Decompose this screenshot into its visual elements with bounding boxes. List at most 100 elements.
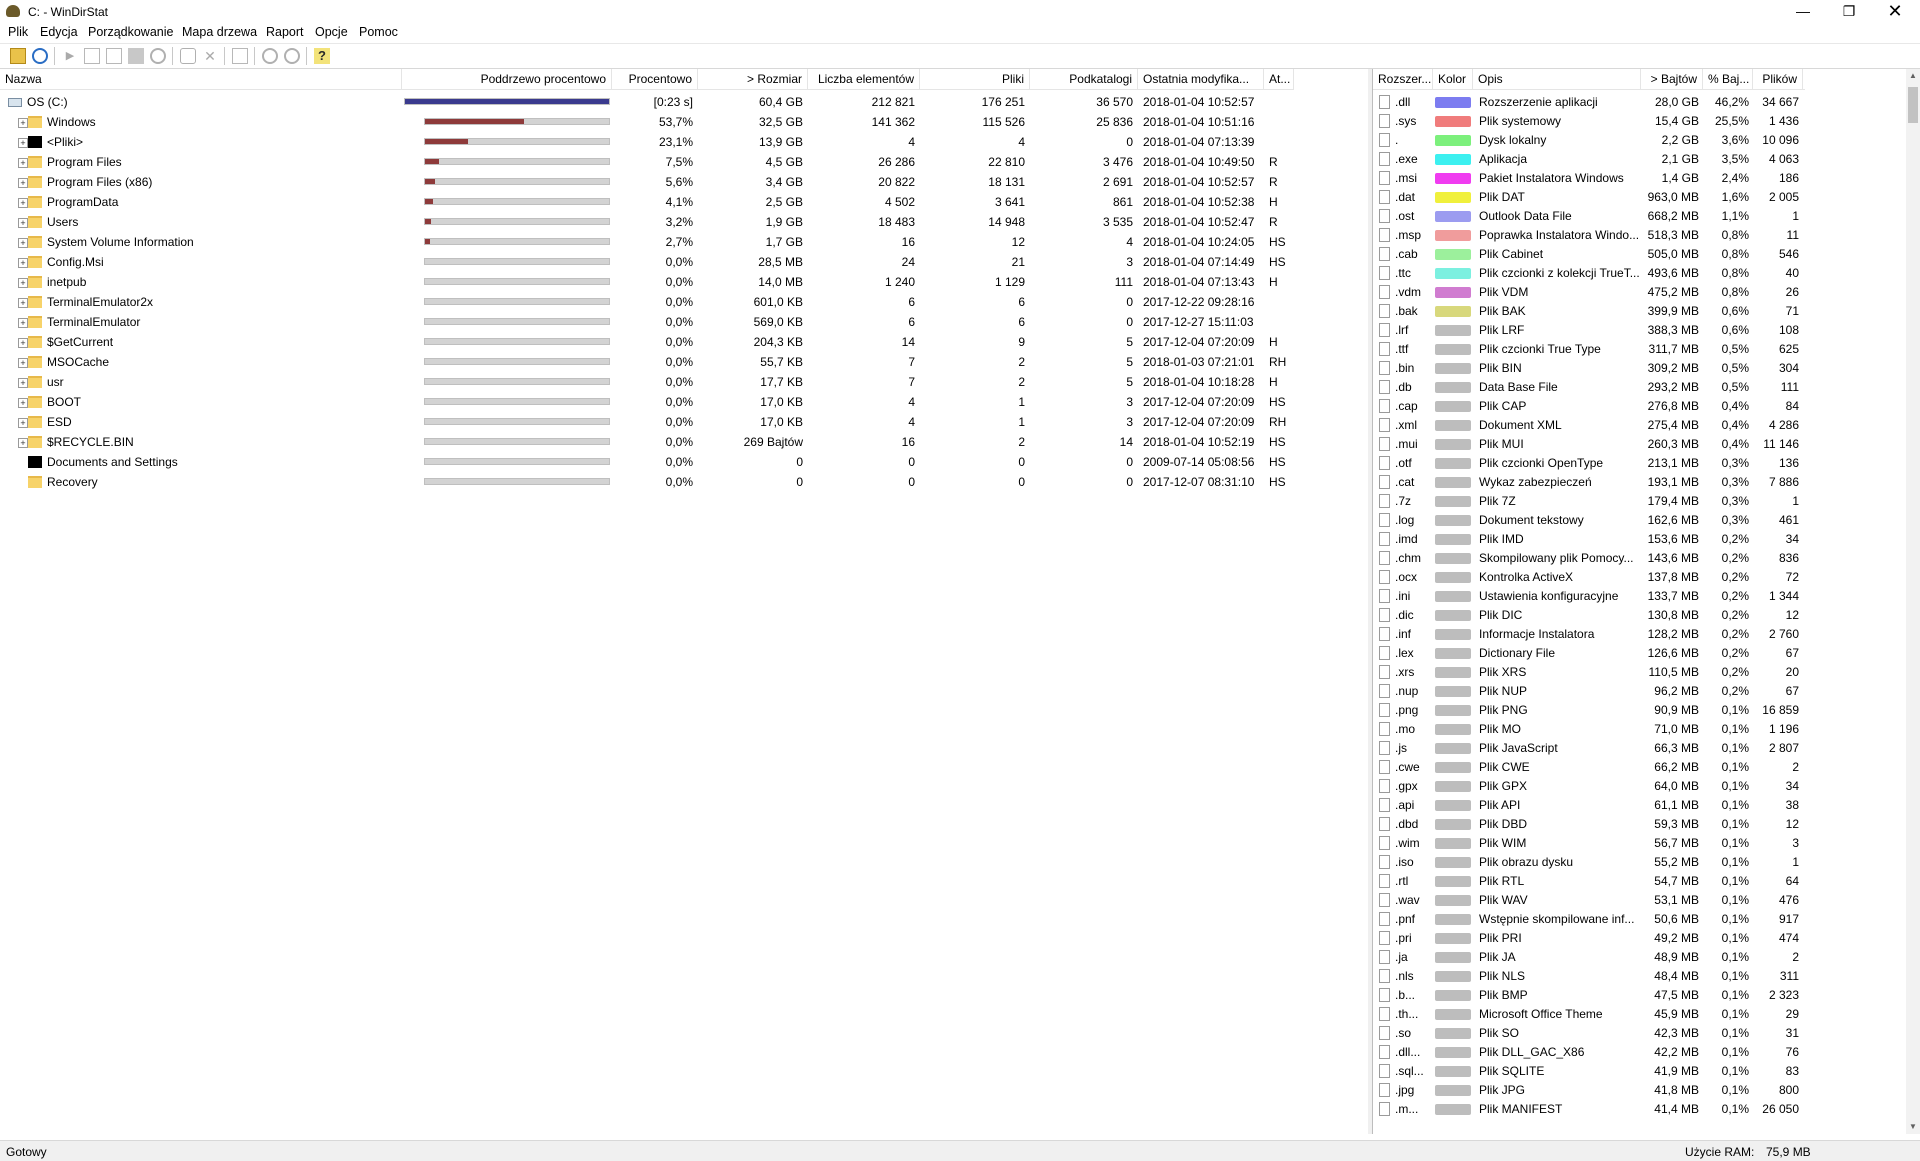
extension-row[interactable]: .cwe Plik CWE 66,2 MB 0,1% 2 <box>1373 758 1920 777</box>
expand-toggle-icon[interactable]: + <box>18 378 28 388</box>
recycle-bin-icon[interactable] <box>180 48 196 64</box>
help-icon[interactable]: ? <box>314 48 330 64</box>
extension-row[interactable]: .cab Plik Cabinet 505,0 MB 0,8% 546 <box>1373 245 1920 264</box>
tree-row[interactable]: + inetpub 0,0% 14,0 MB 1 240 1 129 111 2018-01-… <box>0 273 1368 292</box>
expand-toggle-icon[interactable]: + <box>18 338 28 348</box>
menu-edycja[interactable]: Edycja <box>40 25 78 39</box>
tree-row[interactable]: OS (C:) [0:23 s] 60,4 GB 212 821 176 251 36 5… <box>0 93 1368 112</box>
refresh-all-icon[interactable] <box>32 48 48 64</box>
extension-row[interactable]: .msi Pakiet Instalatora Windows 1,4 GB 2,4%… <box>1373 169 1920 188</box>
extension-row[interactable]: . Dysk lokalny 2,2 GB 3,6% 10 096 <box>1373 131 1920 150</box>
scroll-up-arrow-icon[interactable]: ▲ <box>1906 69 1920 83</box>
expand-toggle-icon[interactable]: + <box>18 278 28 288</box>
extension-row[interactable]: .pri Plik PRI 49,2 MB 0,1% 474 <box>1373 929 1920 948</box>
extension-row[interactable]: .pnf Wstępnie skompilowane inf... 50,6 MB 0… <box>1373 910 1920 929</box>
expand-toggle-icon[interactable]: + <box>18 298 28 308</box>
zoom-in-icon[interactable] <box>262 48 278 64</box>
command-prompt-icon[interactable] <box>128 48 144 64</box>
extension-row[interactable]: .xml Dokument XML 275,4 MB 0,4% 4 286 <box>1373 416 1920 435</box>
extension-row[interactable]: .dic Plik DIC 130,8 MB 0,2% 12 <box>1373 606 1920 625</box>
tree-row[interactable]: + MSOCache 0,0% 55,7 KB 7 2 5 2018-01-03 07:21:… <box>0 353 1368 372</box>
extension-row[interactable]: .api Plik API 61,1 MB 0,1% 38 <box>1373 796 1920 815</box>
delete-icon[interactable]: ✕ <box>202 48 218 64</box>
extension-row[interactable]: .chm Skompilowany plik Pomocy... 143,6 MB 0… <box>1373 549 1920 568</box>
expand-toggle-icon[interactable]: + <box>18 318 28 328</box>
extension-row[interactable]: .dll Rozszerzenie aplikacji 28,0 GB 46,2% 34… <box>1373 93 1920 112</box>
extension-row[interactable]: .ttf Plik czcionki True Type 311,7 MB 0,5% 6… <box>1373 340 1920 359</box>
extension-row[interactable]: .vdm Plik VDM 475,2 MB 0,8% 26 <box>1373 283 1920 302</box>
expand-toggle-icon[interactable]: + <box>18 158 28 168</box>
menu-mapa-drzewa[interactable]: Mapa drzewa <box>182 25 257 39</box>
tree-row[interactable]: + usr 0,0% 17,7 KB 7 2 5 2018-01-04 10:18:28 H <box>0 373 1368 392</box>
expand-toggle-icon[interactable]: + <box>18 358 28 368</box>
extension-row[interactable]: .imd Plik IMD 153,6 MB 0,2% 34 <box>1373 530 1920 549</box>
extension-row[interactable]: .xrs Plik XRS 110,5 MB 0,2% 20 <box>1373 663 1920 682</box>
tree-row[interactable]: + TerminalEmulator2x 0,0% 601,0 KB 6 6 0 2017-1… <box>0 293 1368 312</box>
tree-row[interactable]: + BOOT 0,0% 17,0 KB 4 1 3 2017-12-04 07:20:09 HS <box>0 393 1368 412</box>
extension-row[interactable]: .msp Poprawka Instalatora Windo... 518,3 M… <box>1373 226 1920 245</box>
extension-row[interactable]: .js Plik JavaScript 66,3 MB 0,1% 2 807 <box>1373 739 1920 758</box>
expand-toggle-icon[interactable]: + <box>18 418 28 428</box>
tree-row[interactable]: Recovery 0,0% 0 0 0 0 2017-12-07 08:31:10 HS <box>0 473 1368 492</box>
extension-row[interactable]: .db Data Base File 293,2 MB 0,5% 111 <box>1373 378 1920 397</box>
menu-porzadkowanie[interactable]: Porządkowanie <box>88 25 173 39</box>
expand-toggle-icon[interactable]: + <box>18 238 28 248</box>
expand-toggle-icon[interactable]: + <box>18 198 28 208</box>
expand-toggle-icon[interactable]: + <box>18 138 28 148</box>
extension-row[interactable]: .so Plik SO 42,3 MB 0,1% 31 <box>1373 1024 1920 1043</box>
extension-row[interactable]: .sql... Plik SQLITE 41,9 MB 0,1% 83 <box>1373 1062 1920 1081</box>
play-icon[interactable]: ▶ <box>62 48 78 64</box>
new-folder-icon[interactable] <box>232 48 248 64</box>
extension-row[interactable]: .bak Plik BAK 399,9 MB 0,6% 71 <box>1373 302 1920 321</box>
open-folder-icon[interactable] <box>10 48 26 64</box>
tree-row[interactable]: + Users 3,2% 1,9 GB 18 483 14 948 3 535 2018-01… <box>0 213 1368 232</box>
menu-opcje[interactable]: Opcje <box>315 25 348 39</box>
extension-scrollbar[interactable]: ▲ ▼ <box>1906 69 1920 1134</box>
expand-toggle-icon[interactable]: + <box>18 118 28 128</box>
tree-row[interactable]: + Windows 53,7% 32,5 GB 141 362 115 526 25 836… <box>0 113 1368 132</box>
extension-row[interactable]: .ttc Plik czcionki z kolekcji TrueT... 493… <box>1373 264 1920 283</box>
expand-toggle-icon[interactable]: + <box>18 178 28 188</box>
extension-row[interactable]: .m... Plik MANIFEST 41,4 MB 0,1% 26 050 <box>1373 1100 1920 1119</box>
tree-row[interactable]: + TerminalEmulator 0,0% 569,0 KB 6 6 0 2017-12-… <box>0 313 1368 332</box>
tree-row[interactable]: Documents and Settings 0,0% 0 0 0 0 2009-07-14… <box>0 453 1368 472</box>
extension-row[interactable]: .cap Plik CAP 276,8 MB 0,4% 84 <box>1373 397 1920 416</box>
extension-row[interactable]: .lex Dictionary File 126,6 MB 0,2% 67 <box>1373 644 1920 663</box>
zoom-out-icon[interactable] <box>284 48 300 64</box>
scrollbar-thumb[interactable] <box>1908 87 1918 123</box>
extension-row[interactable]: .nls Plik NLS 48,4 MB 0,1% 311 <box>1373 967 1920 986</box>
extension-row[interactable]: .wav Plik WAV 53,1 MB 0,1% 476 <box>1373 891 1920 910</box>
extension-row[interactable]: .7z Plik 7Z 179,4 MB 0,3% 1 <box>1373 492 1920 511</box>
tree-row[interactable]: + <Pliki> 23,1% 13,9 GB 4 4 0 2018-01-04 07:13:… <box>0 133 1368 152</box>
extension-row[interactable]: .otf Plik czcionki OpenType 213,1 MB 0,3% 13… <box>1373 454 1920 473</box>
extension-row[interactable]: .cat Wykaz zabezpieczeń 193,1 MB 0,3% 7 886 <box>1373 473 1920 492</box>
extension-row[interactable]: .rtl Plik RTL 54,7 MB 0,1% 64 <box>1373 872 1920 891</box>
menu-raport[interactable]: Raport <box>266 25 304 39</box>
extension-row[interactable]: .mo Plik MO 71,0 MB 0,1% 1 196 <box>1373 720 1920 739</box>
tree-row[interactable]: + Program Files 7,5% 4,5 GB 26 286 22 810 3 47… <box>0 153 1368 172</box>
tree-row[interactable]: + $RECYCLE.BIN 0,0% 269 Bajtów 16 2 14 2018-01-… <box>0 433 1368 452</box>
extension-row[interactable]: .dat Plik DAT 963,0 MB 1,6% 2 005 <box>1373 188 1920 207</box>
extension-row[interactable]: .nup Plik NUP 96,2 MB 0,2% 67 <box>1373 682 1920 701</box>
extension-row[interactable]: .mui Plik MUI 260,3 MB 0,4% 11 146 <box>1373 435 1920 454</box>
tree-row[interactable]: + $GetCurrent 0,0% 204,3 KB 14 9 5 2017-12-04 0… <box>0 333 1368 352</box>
expand-toggle-icon[interactable]: + <box>18 218 28 228</box>
extension-row[interactable]: .bin Plik BIN 309,2 MB 0,5% 304 <box>1373 359 1920 378</box>
extension-row[interactable]: .gpx Plik GPX 64,0 MB 0,1% 34 <box>1373 777 1920 796</box>
extension-row[interactable]: .inf Informacje Instalatora 128,2 MB 0,2% 2 … <box>1373 625 1920 644</box>
refresh-selected-icon[interactable] <box>150 48 166 64</box>
extension-row[interactable]: .png Plik PNG 90,9 MB 0,1% 16 859 <box>1373 701 1920 720</box>
expand-toggle-icon[interactable]: + <box>18 398 28 408</box>
extension-row[interactable]: .th... Microsoft Office Theme 45,9 MB 0,1% 2… <box>1373 1005 1920 1024</box>
tree-row[interactable]: + System Volume Information 2,7% 1,7 GB 16 12… <box>0 233 1368 252</box>
tree-row[interactable]: + ProgramData 4,1% 2,5 GB 4 502 3 641 861 2018-… <box>0 193 1368 212</box>
extension-row[interactable]: .sys Plik systemowy 15,4 GB 25,5% 1 436 <box>1373 112 1920 131</box>
extension-row[interactable]: .dll... Plik DLL_GAC_X86 42,2 MB 0,1% 76 <box>1373 1043 1920 1062</box>
extension-row[interactable]: .wim Plik WIM 56,7 MB 0,1% 3 <box>1373 834 1920 853</box>
extension-row[interactable]: .exe Aplikacja 2,1 GB 3,5% 4 063 <box>1373 150 1920 169</box>
extension-row[interactable]: .jpg Plik JPG 41,8 MB 0,1% 800 <box>1373 1081 1920 1100</box>
tree-row[interactable]: + Config.Msi 0,0% 28,5 MB 24 21 3 2018-01-04 07… <box>0 253 1368 272</box>
restore-button[interactable]: ❐ <box>1826 0 1872 24</box>
extension-row[interactable]: .ocx Kontrolka ActiveX 137,8 MB 0,2% 72 <box>1373 568 1920 587</box>
minimize-button[interactable]: — <box>1780 0 1826 24</box>
